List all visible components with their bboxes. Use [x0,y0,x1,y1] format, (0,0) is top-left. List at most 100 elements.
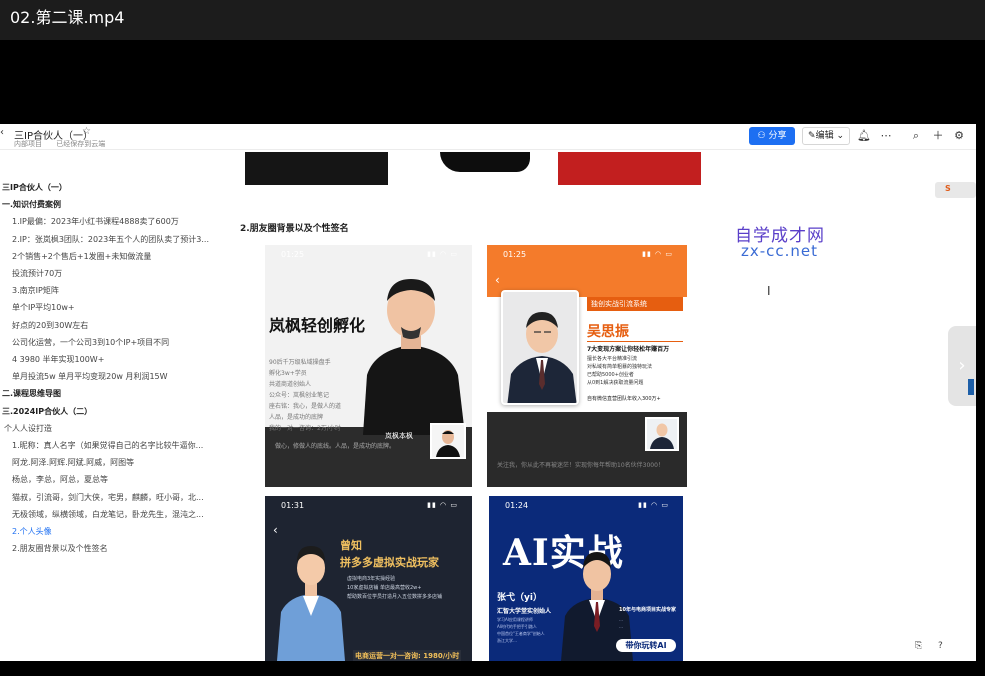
card-line: … [619,617,623,622]
card-lines: 学习AI应用课程讲师 AI时代的手把手引路人 中国首位"王者商学"创始人 浙江大学… [497,616,545,644]
phone-time: 01:24 [505,501,529,510]
outline-item[interactable]: 无极领域，纵横领域，白龙笔记，卧龙先生，混沌之... [12,509,222,520]
phone-status-bar: 01:25 ▮▮ ◠ ▭ [487,245,687,267]
video-letterbox-top [0,40,985,124]
saved-status: 已经保存到云端 [56,140,106,148]
outline-item[interactable]: 2个销售+2个售后+1发圈+未知做流量 [12,251,222,262]
card-line: 人品，是成功的底牌 [269,414,324,421]
card-line: 孵化3w+学员 [269,370,307,377]
outline-item[interactable]: 三IP合伙人（一） [2,182,212,193]
bell-icon[interactable]: 🔔︎ [856,127,872,145]
card-headline: 拼多多虚拟实战玩家 [340,556,439,569]
avatar-thumbnail [645,417,679,451]
back-chevron-icon: ‹ [495,273,500,287]
card-dark-text: 关注我，你从此不再被迷茫！实现你每年帮助10名伙伴3000！ [497,462,664,469]
back-chevron-icon: ‹ [273,523,278,537]
help-icon[interactable]: ? [938,641,943,651]
card-line: 共道商道创始人 [269,381,312,388]
outline-item[interactable]: 一.知识付费案例 [2,199,212,210]
outline-item[interactable]: 阿龙.阿泽.阿辉.阿斌.阿威，阿图等 [12,457,222,468]
example-card-lanfeng[interactable]: 01:25 ▮▮ ◠ ▭ 岚枫轻创孵化 90后千万级私域操盘手 孵化3w+学员 共道商… [265,245,472,487]
outline-item[interactable]: 公司化运营，一个公司3到10个IP+项目不同 [12,337,222,348]
outline-item[interactable]: 好点的20到30W左右 [12,320,222,331]
outline-item[interactable]: 单月投流5w 单月平均变现20w 月利润15W [12,371,222,382]
outline-item[interactable]: 单个IP平均10w+ [12,302,222,313]
outline-item[interactable]: 3.南京IP矩阵 [12,285,222,296]
star-icon[interactable]: ☆ [82,126,91,137]
plus-icon[interactable]: ＋ [930,127,946,145]
card-bottom-text: 做心，修做人的底线。人品，是成功的底牌。 [275,443,396,450]
back-icon[interactable]: ‹ [0,127,4,138]
outline-item[interactable]: 个人人设打造 [4,423,214,434]
doc-toolbar: ‹ 三IP合伙人（一） ☆ 内部项目 已经保存到云端 ⚇ 分享 ✎编辑 ⌄ 🔔︎… [0,124,976,150]
outline-item[interactable]: 1.昵称：真人名字（如果觉得自己的名字比较牛逼你... [12,440,222,451]
banner-image-middle [440,152,530,172]
phone-status-bar: 01:25 ▮▮ ◠ ▭ [265,245,472,267]
outline-item[interactable]: 三.2024IP合伙人（二） [2,406,212,417]
document-app: ‹ 三IP合伙人（一） ☆ 内部项目 已经保存到云端 ⚇ 分享 ✎编辑 ⌄ 🔔︎… [0,124,976,661]
banner-image-right [558,152,701,185]
doc-meta: 内部项目 已经保存到云端 [14,139,117,149]
outline-item[interactable]: 二.课程思维导图 [2,388,212,399]
watermark-url: zx-cc.net [741,242,819,260]
video-letterbox-bottom [0,661,985,676]
card-line: 从0到1解决获取流量问题 [587,380,644,386]
share-icon: ⚇ [757,131,769,141]
card-line: … [619,624,623,629]
document-icon[interactable]: ⎘ [915,641,922,651]
system-banner: 独创实战引流系统 [587,297,683,311]
person-photo [501,290,579,405]
card-right-lines: …… [619,616,623,630]
outline-item[interactable]: 1.IP最偏：2023年小红书课程4888卖了600万 [12,216,222,227]
outline-item[interactable]: 猫叔，引流哥，剑门大侠，宅男，麒麟，旺小哥，北... [12,492,222,503]
share-button[interactable]: ⚇ 分享 [749,127,795,145]
example-card-wusizhen[interactable]: 01:25 ▮▮ ◠ ▭ ‹ 独创实战引流系统 吴思振 7大变现方案让你轻松年赚百… [487,245,687,487]
banner-image-left [245,152,388,185]
outline-item[interactable]: 2.IP：张岚枫3团队：2023年五个人的团队卖了预计3... [12,234,222,245]
card-right-title: 10年与电商项目实战专家 [619,607,676,613]
example-card-zhangyi[interactable]: 01:24 ▮▮ ◠ ▭ AI实战 张弋（yi） 汇智大学堂实创始人 学习AI应用… [489,496,683,661]
phone-status-bar: 01:24 ▮▮ ◠ ▭ [489,496,683,518]
signal-icon: ▮▮ ◠ ▭ [427,250,458,258]
example-card-zengzhi[interactable]: 01:31 ▮▮ ◠ ▭ ‹ 曾知 拼多多虚拟实战玩家 虚拟电商3年实操经验 10家… [265,496,472,661]
phone-time: 01:31 [281,501,305,510]
chevron-down-icon: ⌄ [833,131,844,141]
card-price: 电商运营一对一咨询: 1980/小时 [353,650,462,661]
card-line: 我的一对一咨询：2万/小时 [269,425,341,432]
input-method-widget[interactable]: S [935,182,976,198]
gear-icon[interactable]: ⚙ [951,127,967,145]
signal-icon: ▮▮ ◠ ▭ [427,501,458,509]
video-title: 02.第二课.mp4 [10,8,125,27]
card-name: 曾知 [340,539,362,552]
more-icon[interactable]: ⋯ [878,127,894,145]
project-label: 内部项目 [14,140,42,148]
person-photo [363,279,465,435]
outline-item[interactable]: 2.个人头像 [12,526,222,537]
phone-time: 01:25 [503,250,527,259]
text-cursor-icon: I [767,284,771,298]
video-letterbox-right [976,124,985,661]
card-tagline: 7大变现方案让你轻松年赚百万 [587,341,683,353]
ime-icon: S [945,184,951,193]
card-subtitle: 汇智大学堂实创始人 [497,608,552,615]
edit-icon: ✎ [808,131,816,141]
card-line: 90后千万级私域操盘手 [269,359,331,366]
search-icon[interactable]: ⌕ [908,127,924,145]
card-desc: 擅长各大平台精准引流 对私域有简单粗暴的独特玩法 已帮助5000+创业者 从0到1解决… [587,355,652,387]
scrollbar-thumb[interactable] [968,379,974,395]
card-bottom-line: 自有微信直营团队年收入300万+ [587,396,661,402]
card-headline: 岚枫轻创孵化 [269,316,366,335]
card-name: 吴思振 [587,324,629,340]
phone-time: 01:25 [281,250,305,259]
edit-button[interactable]: ✎编辑 ⌄ [802,127,850,145]
section-heading: 2.朋友圈背景以及个性签名 [240,224,349,234]
outline-item[interactable]: 杨总，李总，阿总，夏总等 [12,474,222,485]
person-photo [277,546,345,661]
card-line: 学习AI应用课程讲师 [497,617,533,622]
outline-item[interactable]: 投流预计70万 [12,268,222,279]
card-line: 浙江大学… [497,638,517,643]
outline-item[interactable]: 4 3980 半年实现100W+ [12,354,222,365]
card-name: 张弋（yi） [497,593,542,603]
outline-item[interactable]: 2.朋友圈背景以及个性签名 [12,543,222,554]
card-line: 已帮助5000+创业者 [587,372,634,378]
